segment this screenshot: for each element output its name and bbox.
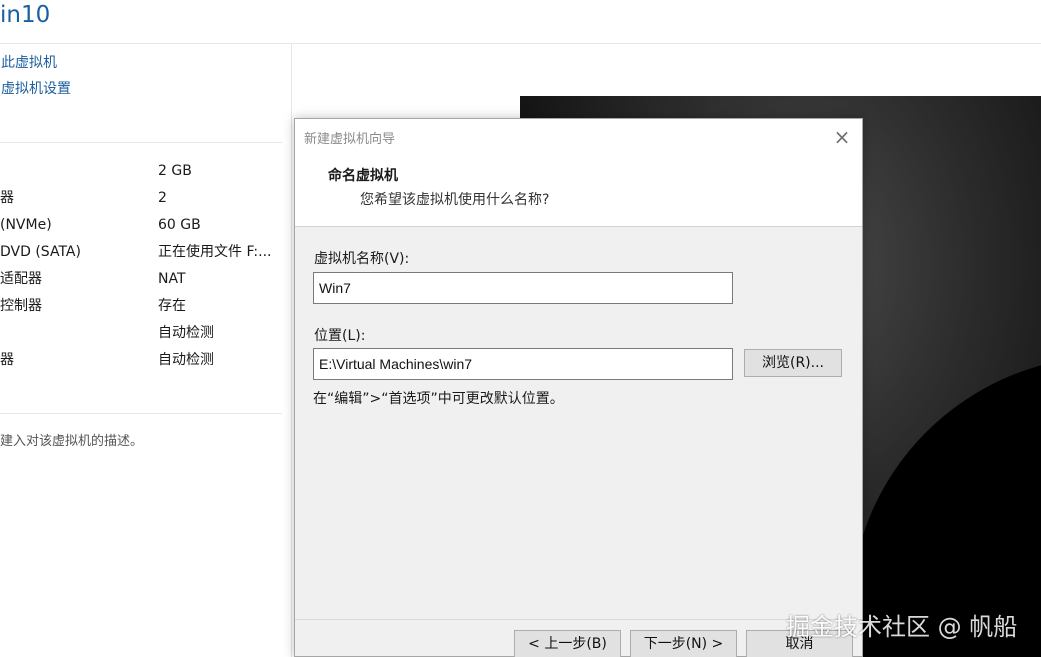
device-name: 器	[0, 352, 14, 368]
footer-divider	[295, 619, 862, 620]
next-button[interactable]: 下一步(N) >	[630, 630, 737, 657]
device-row-display[interactable]: 器 自动检测	[0, 350, 290, 370]
device-row-memory[interactable]: 2 GB	[0, 161, 290, 181]
location-label: 位置(L):	[314, 328, 366, 344]
device-value: 2	[158, 190, 167, 206]
vm-tab-header: in10	[0, 0, 1041, 44]
watermark: 掘金技术社区 @ 帆船	[786, 613, 1018, 641]
device-row-usb-controller[interactable]: 控制器 存在	[0, 296, 290, 316]
power-on-vm-link[interactable]: 此虚拟机	[1, 54, 57, 72]
divider	[0, 413, 282, 414]
device-row-sound-card[interactable]: 自动检测	[0, 323, 290, 343]
device-value: 2 GB	[158, 163, 192, 179]
divider	[0, 142, 282, 143]
device-value: 60 GB	[158, 217, 201, 233]
vm-title: in10	[0, 2, 51, 28]
device-value: 自动检测	[158, 352, 214, 368]
new-vm-wizard-dialog: 新建虚拟机向导 × 命名虚拟机 您希望该虚拟机使用什么名称? 虚拟机名称(V):…	[294, 118, 863, 657]
vm-details-pane: 此虚拟机 虚拟机设置 2 GB 器 2 (NVMe) 60 GB DVD (SA…	[0, 44, 292, 657]
page-heading: 命名虚拟机	[328, 168, 398, 184]
device-value: 自动检测	[158, 325, 214, 341]
vm-description[interactable]: 建入对该虚拟机的描述。	[0, 430, 143, 449]
device-name: 器	[0, 190, 14, 206]
location-hint: 在“编辑”>“首选项”中可更改默认位置。	[313, 391, 564, 407]
device-name: 控制器	[0, 298, 42, 314]
device-row-cd-dvd[interactable]: DVD (SATA) 正在使用文件 F:...	[0, 242, 290, 262]
location-input[interactable]	[313, 348, 733, 380]
device-name: (NVMe)	[0, 217, 52, 233]
dialog-header: 新建虚拟机向导 × 命名虚拟机 您希望该虚拟机使用什么名称?	[295, 119, 862, 227]
vm-name-input[interactable]	[313, 272, 733, 304]
close-icon[interactable]: ×	[831, 127, 853, 149]
vm-name-label: 虚拟机名称(V):	[314, 251, 410, 267]
page-subheading: 您希望该虚拟机使用什么名称?	[360, 192, 550, 208]
device-row-hard-disk[interactable]: (NVMe) 60 GB	[0, 215, 290, 235]
back-button[interactable]: < 上一步(B)	[514, 630, 621, 657]
device-row-network-adapter[interactable]: 适配器 NAT	[0, 269, 290, 289]
device-name: DVD (SATA)	[0, 244, 81, 260]
browse-button[interactable]: 浏览(R)...	[744, 349, 842, 377]
device-value: NAT	[158, 271, 186, 287]
device-value: 存在	[158, 298, 186, 314]
device-value: 正在使用文件 F:...	[158, 244, 272, 260]
edit-vm-settings-link[interactable]: 虚拟机设置	[1, 80, 71, 98]
device-row-processors[interactable]: 器 2	[0, 188, 290, 208]
dialog-title: 新建虚拟机向导	[304, 132, 396, 147]
device-name: 适配器	[0, 271, 42, 287]
